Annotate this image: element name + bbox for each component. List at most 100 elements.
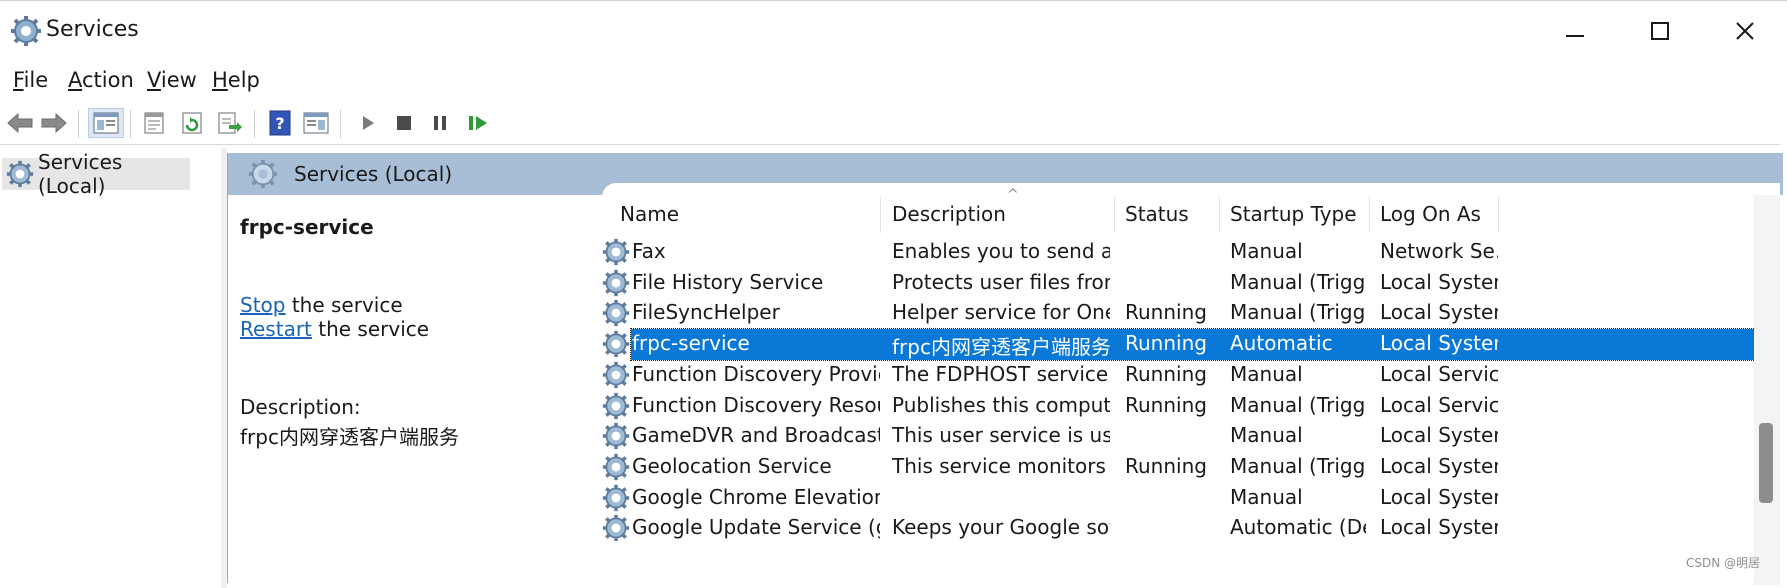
cell-description: The FDPHOST service h…: [892, 361, 1110, 386]
svg-text:?: ?: [275, 114, 284, 133]
cell-description: This user service is used…: [892, 423, 1110, 448]
properties-icon[interactable]: [138, 108, 170, 138]
services-gear-icon: [6, 160, 34, 188]
service-gear-icon: [602, 299, 630, 327]
pause-service-icon[interactable]: [424, 108, 456, 138]
pane-header-title: Services (Local): [294, 162, 453, 186]
cell-startup-type: Automatic (De…: [1230, 515, 1366, 540]
restart-link[interactable]: Restart: [240, 317, 312, 341]
stop-link[interactable]: Stop: [240, 293, 285, 317]
cell-log-on-as: Local Service: [1380, 392, 1498, 417]
cell-description: frpc内网穿透客户端服务: [892, 335, 1110, 360]
cell-startup-type: Manual: [1230, 361, 1303, 386]
back-arrow-icon[interactable]: [4, 108, 36, 138]
cell-description: Keeps your Google soft…: [892, 515, 1110, 540]
menu-view[interactable]: View: [147, 68, 197, 92]
cell-description: Protects user files from …: [892, 269, 1110, 294]
cell-name: GameDVR and Broadcast Us…: [632, 423, 880, 448]
start-service-icon[interactable]: [352, 108, 384, 138]
cell-status: Running: [1125, 392, 1207, 417]
cell-name: Fax: [632, 239, 666, 263]
menu-file[interactable]: File: [13, 68, 48, 92]
cell-name: File History Service: [632, 269, 824, 294]
cell-name: Geolocation Service: [632, 453, 832, 478]
services-gear-icon: [248, 159, 278, 193]
cell-log-on-as: Local System: [1380, 515, 1498, 540]
restart-service-icon[interactable]: [462, 108, 494, 138]
service-row[interactable]: GameDVR and Broadcast Us… This user servi…: [602, 421, 1780, 452]
cell-log-on-as: Local System: [1380, 423, 1498, 448]
service-gear-icon: [602, 453, 630, 481]
cell-log-on-as: Local Service: [1380, 361, 1498, 386]
cell-startup-type: Manual: [1230, 239, 1303, 263]
service-gear-icon: [602, 269, 630, 297]
forward-arrow-icon[interactable]: [38, 108, 70, 138]
scrollbar-thumb[interactable]: [1759, 423, 1773, 503]
cell-startup-type: Manual (Trigg…: [1230, 392, 1366, 417]
service-gear-icon: [602, 392, 630, 420]
menu-help[interactable]: Help: [212, 68, 260, 92]
menu-bar: File Action View Help: [0, 62, 1787, 102]
export-list-icon[interactable]: [214, 108, 246, 138]
stop-service-icon[interactable]: [388, 108, 420, 138]
column-header-log-on-as[interactable]: Log On As: [1380, 193, 1500, 235]
cell-startup-type: Manual (Trigg…: [1230, 300, 1366, 325]
show-hide-console-tree-icon[interactable]: [88, 108, 124, 138]
minimize-button[interactable]: [1555, 11, 1595, 51]
cell-name: Function Discovery Resourc…: [632, 392, 880, 417]
service-row[interactable]: File History Service Protects user files …: [602, 268, 1780, 299]
service-row[interactable]: Geolocation Service This service monitors…: [602, 452, 1780, 483]
console-tree-pane: Services (Local): [0, 148, 222, 588]
refresh-icon[interactable]: [176, 108, 208, 138]
watermark: CSDN @明居: [1686, 556, 1761, 570]
cell-log-on-as: Local System: [1380, 269, 1498, 294]
service-row[interactable]: frpc-service frpc内网穿透客户端服务 Running Automati…: [602, 328, 1780, 362]
cell-status: Running: [1125, 361, 1207, 386]
cell-startup-type: Manual: [1230, 484, 1303, 509]
show-action-pane-icon[interactable]: [300, 108, 332, 138]
menu-action[interactable]: Action: [68, 68, 134, 92]
maximize-button[interactable]: [1640, 11, 1680, 51]
column-header-status[interactable]: Status: [1125, 193, 1220, 235]
close-button[interactable]: [1725, 11, 1765, 51]
service-gear-icon: [602, 361, 630, 389]
help-icon[interactable]: ?: [264, 108, 296, 138]
column-header-startup-type[interactable]: Startup Type: [1230, 193, 1370, 235]
service-gear-icon: [602, 238, 630, 266]
service-gear-icon: [602, 422, 630, 450]
cell-description: Helper service for OneD…: [892, 300, 1110, 325]
restart-action: Restart the service: [240, 317, 430, 341]
service-row[interactable]: Fax Enables you to send an… Manual Network …: [602, 237, 1780, 268]
cell-description: Enables you to send an…: [892, 239, 1110, 263]
cell-log-on-as: Local System: [1380, 300, 1498, 325]
description-label: Description:: [240, 395, 361, 419]
cell-status: Running: [1125, 331, 1207, 356]
vertical-scrollbar[interactable]: [1754, 195, 1780, 585]
service-gear-icon: [602, 330, 630, 358]
cell-startup-type: Automatic: [1230, 331, 1333, 356]
cell-status: Running: [1125, 453, 1207, 478]
cell-log-on-as: Local System: [1380, 484, 1498, 509]
window-title: Services: [46, 17, 139, 42]
services-list: ^ Name Description Status Startup Type L…: [602, 183, 1780, 585]
service-row[interactable]: Function Discovery Provider … The FDPHOST…: [602, 360, 1780, 391]
cell-startup-type: Manual (Trigg…: [1230, 269, 1366, 294]
services-gear-icon: [10, 15, 42, 47]
cell-log-on-as: Local System: [1380, 453, 1498, 478]
selected-service-name: frpc-service: [240, 215, 374, 239]
cell-name: Google Chrome Elevation Se…: [632, 484, 880, 509]
cell-log-on-as: Network Se…: [1380, 239, 1498, 263]
column-header-name[interactable]: Name: [620, 193, 880, 235]
tree-item-services-local[interactable]: Services (Local): [2, 150, 190, 198]
tree-item-label: Services (Local): [38, 150, 123, 198]
service-row[interactable]: Google Chrome Elevation Se… Manual Local S…: [602, 483, 1780, 514]
title-bar: Services: [0, 0, 1787, 63]
cell-name: Google Update Service (gup…: [632, 515, 880, 540]
service-row[interactable]: FileSyncHelper Helper service for OneD… Ru…: [602, 298, 1780, 329]
services-pane: Services (Local) frpc-service Stop the s…: [227, 153, 1783, 585]
service-row[interactable]: Google Update Service (gup… Keeps your Go…: [602, 513, 1780, 544]
service-row[interactable]: Function Discovery Resourc… Publishes thi…: [602, 391, 1780, 422]
service-gear-icon: [602, 514, 630, 542]
column-header-description[interactable]: Description: [892, 193, 1112, 235]
service-gear-icon: [602, 484, 630, 512]
